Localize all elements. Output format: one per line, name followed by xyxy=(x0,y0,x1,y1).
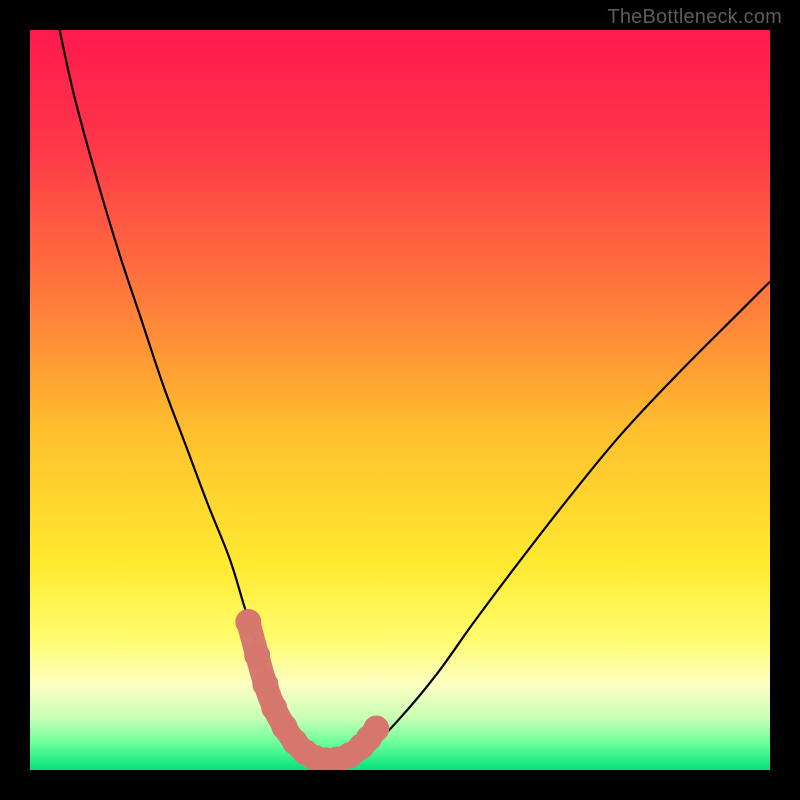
highlight-markers xyxy=(235,609,389,770)
watermark-text: TheBottleneck.com xyxy=(607,6,782,29)
chart-svg xyxy=(30,30,770,770)
chart-frame xyxy=(30,30,770,770)
bottleneck-curve xyxy=(60,30,770,760)
